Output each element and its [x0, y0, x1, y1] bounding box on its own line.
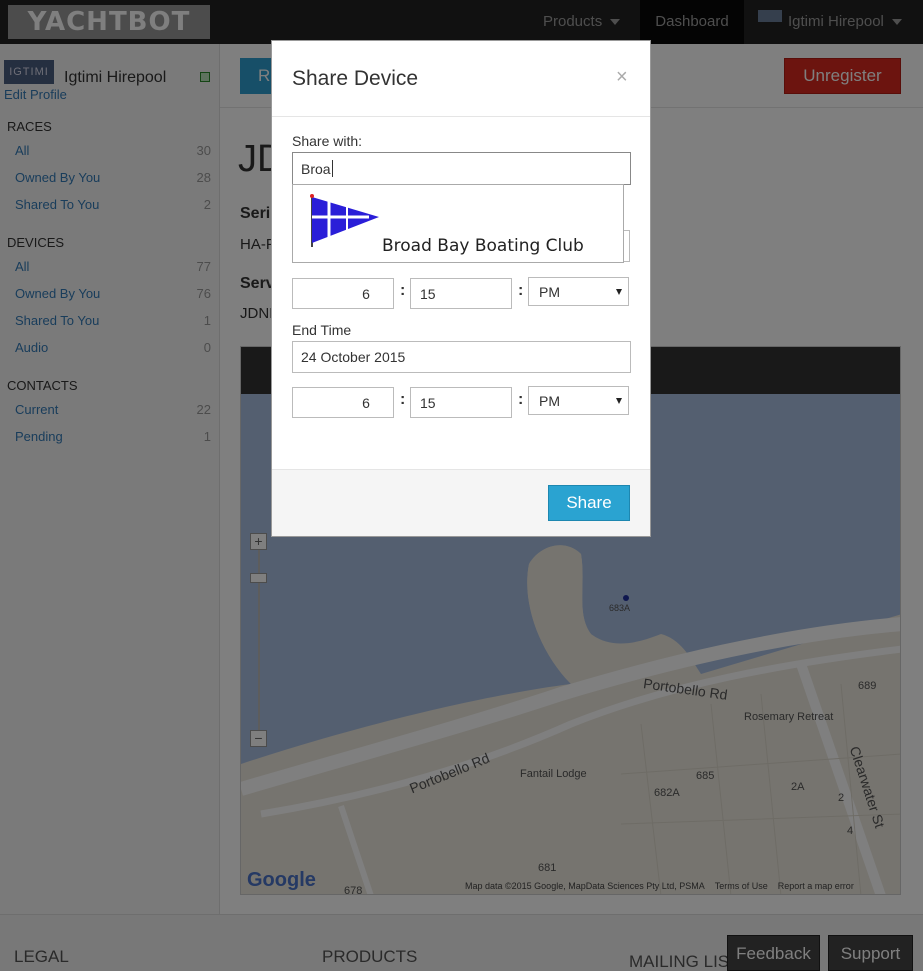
- start-ampm-value: PM: [539, 283, 560, 300]
- divider: [272, 116, 650, 117]
- share-device-modal: Share Device × Share with: Broa 6 : 15 :…: [271, 40, 651, 537]
- chevron-down-icon: [616, 289, 622, 295]
- share-with-label: Share with:: [292, 133, 363, 149]
- close-icon[interactable]: ×: [616, 67, 628, 87]
- modal-footer: Share: [272, 469, 650, 536]
- chevron-down-icon: [616, 398, 622, 404]
- share-with-input[interactable]: Broa: [292, 152, 631, 185]
- end-ampm-select[interactable]: PM: [528, 386, 629, 415]
- autocomplete-option[interactable]: Broad Bay Boating Club: [293, 185, 623, 262]
- start-hour-input[interactable]: 6: [292, 278, 394, 309]
- club-burgee-icon: [310, 194, 379, 247]
- end-time-label: End Time: [292, 322, 352, 338]
- time-separator: :: [518, 391, 524, 408]
- time-separator: :: [400, 282, 406, 299]
- end-minute-input[interactable]: 15: [410, 387, 512, 418]
- start-date-input[interactable]: [623, 230, 630, 262]
- share-button[interactable]: Share: [548, 485, 630, 521]
- autocomplete-dropdown: Broad Bay Boating Club: [292, 184, 624, 263]
- modal-title: Share Device: [292, 67, 419, 90]
- text-cursor: [331, 160, 333, 177]
- time-separator: :: [400, 391, 406, 408]
- time-separator: :: [518, 282, 524, 299]
- start-ampm-select[interactable]: PM: [528, 277, 629, 306]
- end-hour-input[interactable]: 6: [292, 387, 394, 418]
- autocomplete-option-label: Broad Bay Boating Club: [382, 236, 584, 256]
- share-with-value: Broa: [301, 160, 331, 177]
- end-ampm-value: PM: [539, 392, 560, 409]
- start-minute-input[interactable]: 15: [410, 278, 512, 309]
- end-date-input[interactable]: 24 October 2015: [292, 341, 631, 373]
